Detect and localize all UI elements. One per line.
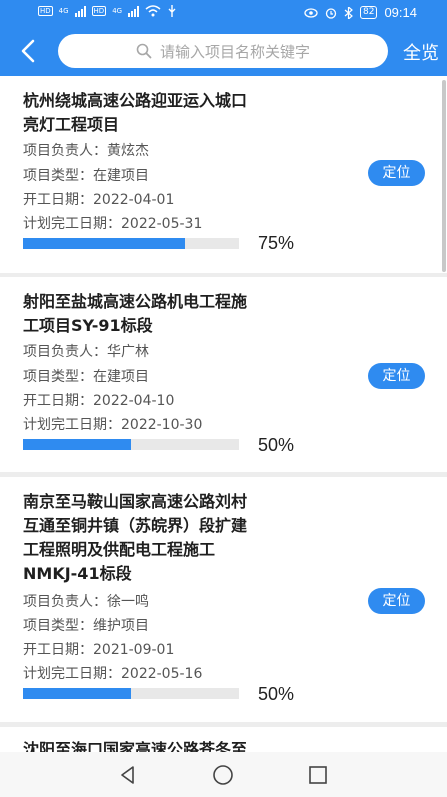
- nav-home-button[interactable]: [211, 763, 235, 787]
- alarm-icon: [325, 7, 337, 19]
- project-card[interactable]: 杭州绕城高速公路迎亚运入城口 亮灯工程项目 项目负责人：黄炫杰 项目类型：在建项…: [0, 76, 447, 273]
- project-title-line: 工项目SY-91标段: [23, 316, 153, 335]
- end-date-value: 2022-05-31: [121, 216, 203, 232]
- search-icon: [136, 43, 152, 59]
- project-planned-end: 计划完工日期：2022-10-30: [23, 417, 203, 433]
- type-value: 维护项目: [93, 618, 149, 634]
- project-manager: 项目负责人：黄炫杰: [23, 143, 149, 159]
- project-title: 南京至马鞍山国家高速公路刘村 互通至铜井镇（苏皖界）段扩建 工程照明及供配电工程…: [23, 490, 313, 586]
- locate-button[interactable]: 定位: [368, 363, 425, 389]
- type-value: 在建项目: [93, 168, 149, 184]
- type-value: 在建项目: [93, 369, 149, 385]
- progress-bar-fill: [23, 238, 185, 249]
- project-type: 项目类型：在建项目: [23, 369, 149, 385]
- sim2-hd-badge: HD: [91, 6, 107, 16]
- eye-icon: [304, 7, 318, 18]
- status-bar: HD 4G HD 4G 82 09:14: [0, 0, 447, 26]
- nav-recents-button[interactable]: [306, 763, 330, 787]
- battery-indicator: 82: [360, 6, 378, 19]
- bluetooth-icon: [344, 6, 353, 19]
- circle-home-icon: [213, 765, 233, 785]
- start-date-value: 2022-04-01: [93, 192, 175, 208]
- triangle-back-icon: [121, 766, 134, 784]
- project-start-date: 开工日期：2022-04-01: [23, 192, 175, 208]
- top-bar: 请输入项目名称关键字 全览: [0, 26, 447, 76]
- progress-bar-fill: [23, 688, 131, 699]
- progress-percent: 50%: [258, 435, 295, 455]
- project-type: 项目类型：维护项目: [23, 618, 149, 634]
- signal-1-icon: [74, 5, 86, 17]
- network-label-2: 4G: [112, 7, 123, 15]
- progress-bar-fill: [23, 439, 131, 450]
- progress-bar: [23, 238, 239, 249]
- project-title-line: 杭州绕城高速公路迎亚运入城口: [23, 91, 248, 110]
- end-date-value: 2022-10-30: [121, 417, 203, 433]
- system-nav-bar: [0, 752, 447, 797]
- square-recents-icon: [309, 766, 327, 784]
- wifi-icon: [145, 5, 161, 17]
- project-planned-end: 计划完工日期：2022-05-31: [23, 216, 203, 232]
- search-placeholder: 请输入项目名称关键字: [159, 42, 310, 61]
- progress-bar: [23, 688, 239, 699]
- project-card[interactable]: 南京至马鞍山国家高速公路刘村 互通至铜井镇（苏皖界）段扩建 工程照明及供配电工程…: [0, 477, 447, 722]
- project-type: 项目类型：在建项目: [23, 168, 149, 184]
- start-date-value: 2022-04-10: [93, 393, 175, 409]
- progress-percent: 50%: [258, 684, 295, 704]
- status-right: 82 09:14: [304, 5, 417, 20]
- search-input[interactable]: 请输入项目名称关键字: [58, 34, 388, 68]
- locate-button[interactable]: 定位: [368, 588, 425, 614]
- chevron-left-icon: [21, 39, 35, 63]
- project-title-line: 亮灯工程项目: [23, 115, 120, 134]
- project-title-line: NMKJ-41标段: [23, 564, 132, 583]
- project-card[interactable]: 沈阳至海口国家高速公路苍冬至: [0, 727, 447, 752]
- project-manager: 项目负责人：徐一鸣: [23, 594, 149, 610]
- project-title: 杭州绕城高速公路迎亚运入城口 亮灯工程项目: [23, 89, 313, 137]
- scrollbar[interactable]: [442, 80, 446, 272]
- start-date-value: 2021-09-01: [93, 642, 175, 658]
- project-start-date: 开工日期：2021-09-01: [23, 642, 175, 658]
- project-title-line: 南京至马鞍山国家高速公路刘村: [23, 492, 248, 511]
- status-left: HD 4G HD 4G: [38, 5, 177, 17]
- project-title-line: 互通至铜井镇（苏皖界）段扩建: [23, 516, 248, 535]
- project-title: 沈阳至海口国家高速公路苍冬至: [23, 738, 313, 752]
- network-label-1: 4G: [58, 7, 69, 15]
- locate-button[interactable]: 定位: [368, 160, 425, 186]
- project-title-line: 射阳至盐城高速公路机电工程施: [23, 292, 248, 311]
- project-title-line: 工程照明及供配电工程施工: [23, 540, 216, 559]
- project-card[interactable]: 射阳至盐城高速公路机电工程施 工项目SY-91标段 项目负责人：华广林 项目类型…: [0, 277, 447, 472]
- sim1-hd-badge: HD: [38, 6, 53, 16]
- status-time: 09:14: [384, 5, 417, 20]
- project-start-date: 开工日期：2022-04-10: [23, 393, 175, 409]
- manager-value: 徐一鸣: [107, 594, 149, 610]
- manager-value: 华广林: [107, 344, 149, 360]
- progress-percent: 75%: [258, 233, 295, 253]
- end-date-value: 2022-05-16: [121, 666, 203, 682]
- project-title-line: 沈阳至海口国家高速公路苍冬至: [23, 740, 248, 752]
- manager-value: 黄炫杰: [107, 143, 149, 159]
- project-manager: 项目负责人：华广林: [23, 344, 149, 360]
- progress-bar: [23, 439, 239, 450]
- nav-back-button[interactable]: [116, 763, 140, 787]
- view-all-button[interactable]: 全览: [403, 39, 439, 65]
- usb-icon: [168, 5, 176, 17]
- signal-2-icon: [128, 5, 140, 17]
- project-title: 射阳至盐城高速公路机电工程施 工项目SY-91标段: [23, 290, 313, 338]
- back-button[interactable]: [14, 36, 44, 66]
- project-planned-end: 计划完工日期：2022-05-16: [23, 666, 203, 682]
